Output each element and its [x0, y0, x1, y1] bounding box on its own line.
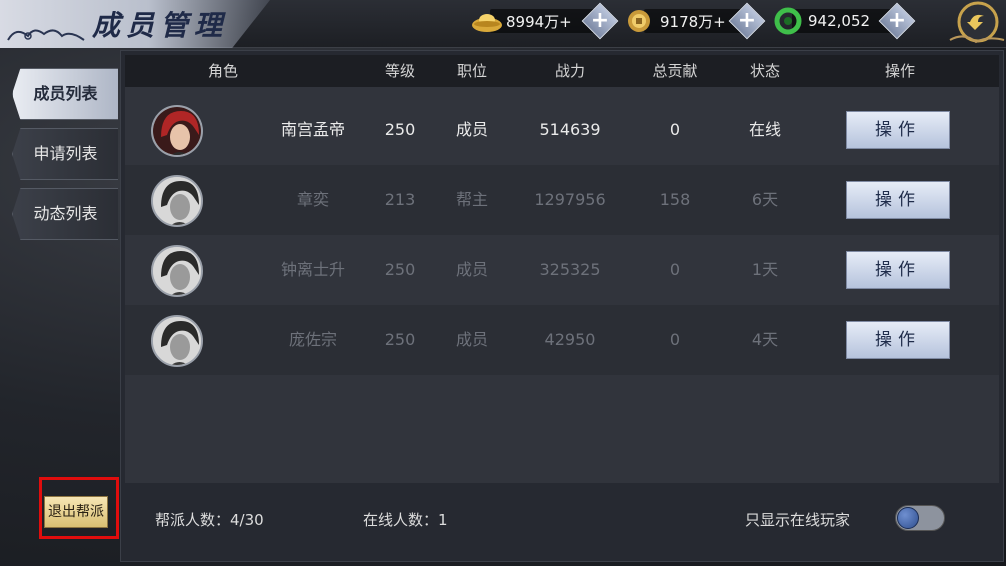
member-status: 4天: [751, 330, 779, 349]
table-row: 庞佐宗 250 成员 42950 0 4天 操作: [125, 305, 999, 375]
member-status: 在线: [748, 120, 781, 139]
page-title: 成员管理: [92, 9, 229, 42]
member-contribution: 0: [669, 330, 681, 349]
cloud-ornament-icon: [7, 29, 85, 41]
gold-ingot-resource: 8994万+ +: [470, 2, 619, 40]
operate-button[interactable]: 操作: [846, 111, 950, 149]
member-power: 325325: [539, 260, 601, 279]
column-header-power: 战力: [554, 62, 585, 80]
member-name: 钟离士升: [280, 260, 345, 279]
quit-guild-button[interactable]: 退出帮派: [44, 496, 108, 528]
gold-ingot-value: 8994万+: [506, 12, 572, 31]
add-gold-button[interactable]: +: [581, 2, 619, 40]
member-level: 213: [384, 190, 416, 209]
avatar[interactable]: [151, 105, 203, 157]
member-contribution: 0: [669, 120, 681, 139]
avatar[interactable]: [151, 175, 203, 227]
tab-member-list[interactable]: 成员列表: [12, 68, 118, 120]
tab-activity-list-label: 动态列表: [33, 204, 98, 223]
member-name: 章奕: [296, 190, 329, 209]
coin-value: 9178万+: [660, 12, 726, 31]
member-position: 成员: [455, 120, 488, 139]
member-power: 514639: [539, 120, 601, 139]
column-header-action: 操作: [884, 62, 915, 80]
online-only-label: 只显示在线玩家: [745, 511, 851, 529]
avatar[interactable]: [151, 315, 203, 367]
avatar[interactable]: [151, 245, 203, 297]
coin-resource: 9178万+ +: [624, 2, 766, 40]
back-icon[interactable]: [948, 0, 1006, 48]
member-name: 南宫孟帝: [280, 120, 345, 139]
gold-ingot-icon: [472, 14, 502, 32]
top-bar: 成员管理 8994万+ + 9178万+ + 942,052 +: [0, 0, 1006, 48]
tab-application-list-label: 申请列表: [33, 144, 98, 163]
column-header-contribution: 总贡献: [652, 62, 698, 80]
member-contribution: 0: [669, 260, 681, 279]
table-row: 章奕 213 帮主 1297956 158 6天 操作: [125, 165, 999, 235]
operate-button[interactable]: 操作: [846, 181, 950, 219]
online-only-toggle[interactable]: [895, 505, 945, 531]
add-jade-button[interactable]: +: [878, 2, 916, 40]
member-level: 250: [384, 330, 416, 349]
member-position: 成员: [455, 330, 488, 349]
member-contribution: 158: [659, 190, 691, 209]
column-header-status: 状态: [749, 62, 780, 80]
member-panel: 角色 等级 职位 战力 总贡献 状态 操作 南宫孟帝 250 成员 514639…: [120, 50, 1004, 562]
member-power: 1297956: [534, 190, 606, 209]
member-status: 6天: [751, 190, 779, 209]
table-row: 钟离士升 250 成员 325325 0 1天 操作: [125, 235, 999, 305]
dark-hair-portrait-icon: [153, 317, 201, 365]
member-level: 250: [384, 120, 416, 139]
tab-member-list-label: 成员列表: [33, 84, 98, 103]
operate-button[interactable]: 操作: [846, 251, 950, 289]
table-header: 角色 等级 职位 战力 总贡献 状态 操作: [125, 55, 999, 87]
tab-activity-list[interactable]: 动态列表: [12, 188, 118, 240]
coin-icon: [628, 10, 650, 32]
operate-button[interactable]: 操作: [846, 321, 950, 359]
column-header-position: 职位: [456, 62, 487, 80]
table-row: 南宫孟帝 250 成员 514639 0 在线 操作: [125, 95, 999, 165]
online-member-count: 在线人数：1: [363, 511, 448, 529]
add-coin-button[interactable]: +: [728, 2, 766, 40]
member-position: 帮主: [455, 190, 488, 209]
jade-resource: 942,052 +: [772, 2, 916, 40]
member-power: 42950: [544, 330, 596, 349]
tab-application-list[interactable]: 申请列表: [12, 128, 118, 180]
jade-value: 942,052: [808, 12, 871, 30]
member-level: 250: [384, 260, 416, 279]
member-position: 成员: [455, 260, 488, 279]
guild-member-count: 帮派人数：4/30: [155, 511, 264, 529]
column-header-level: 等级: [384, 62, 415, 80]
member-status: 1天: [751, 260, 779, 279]
column-header-role: 角色: [207, 62, 238, 80]
jade-ring-icon: [774, 7, 802, 35]
red-hair-portrait-icon: [153, 107, 201, 155]
toggle-knob: [897, 507, 919, 529]
dark-hair-portrait-icon: [153, 177, 201, 225]
member-name: 庞佐宗: [288, 330, 337, 349]
dark-hair-portrait-icon: [153, 247, 201, 295]
